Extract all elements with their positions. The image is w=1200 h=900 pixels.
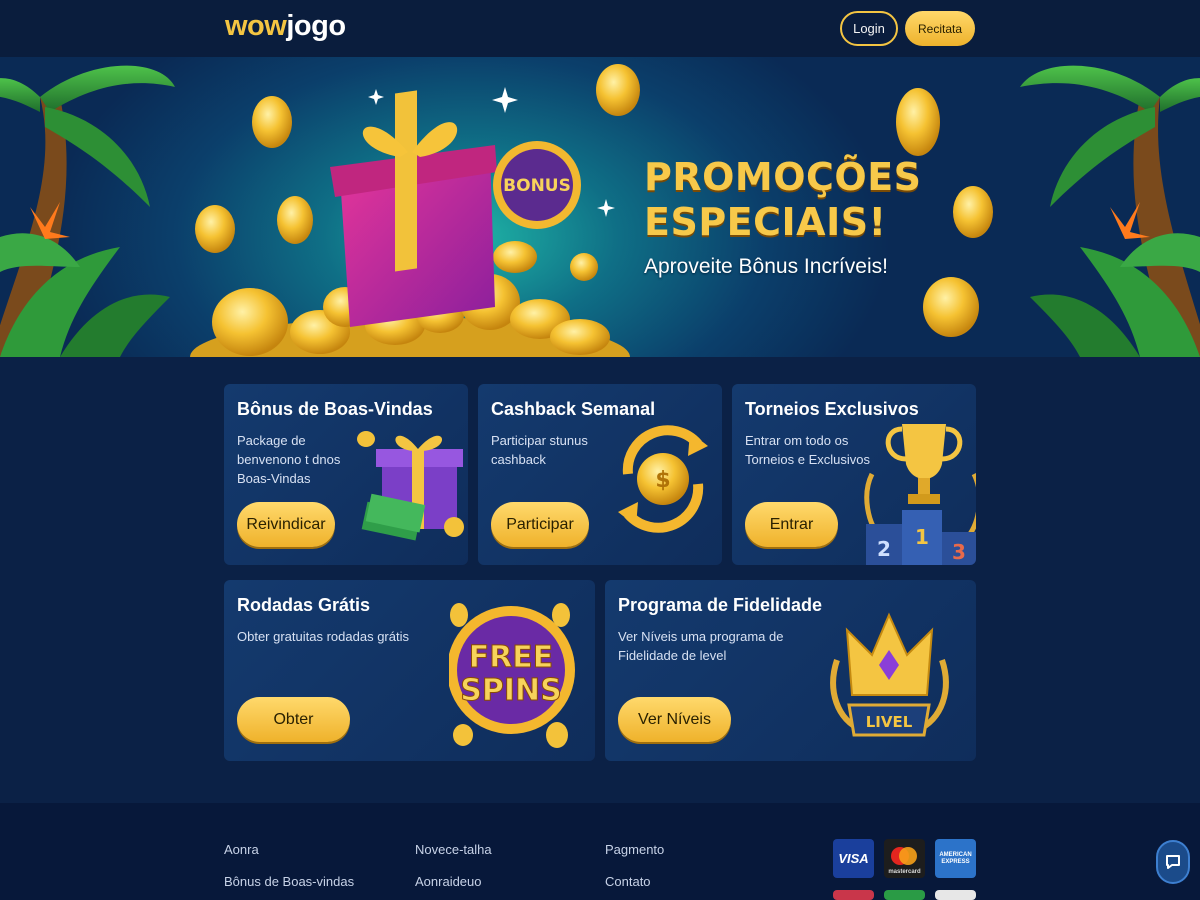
mastercard-circles-icon [891,847,917,865]
amex-logo: AMERICAN EXPRESS [935,839,976,878]
footer-link[interactable]: Aonra [224,842,259,857]
card-desc-line: Boas-Vindas [237,471,311,486]
footer-link[interactable]: Pagmento [605,842,664,857]
card-description: Package de benvenono t dnos Boas-Vindas [237,431,340,488]
chat-icon [1166,855,1180,869]
free-text: FREE [469,640,554,675]
bonus-badge: BONUS [493,141,581,229]
left-palm-leaves [0,65,175,357]
spins-text: SPINS [460,673,561,708]
card-desc-line: cashback [491,452,546,467]
cashback-coin-icon: $ [618,425,708,533]
hero-title-line2: ESPECIAIS! [644,200,887,244]
payment-logo [884,890,925,900]
gift-money-icon [357,431,464,541]
footer-link[interactable]: Bônus de Boas-vindas [224,874,354,889]
payment-logo [935,890,976,900]
level-badge-text: LIVEL [866,713,913,731]
crown-level-badge-icon: LIVEL [830,612,949,737]
visa-logo: VISA [833,839,874,878]
chat-button[interactable] [1156,840,1190,884]
participate-button[interactable]: Participar [491,502,589,547]
get-spins-button[interactable]: Obter [237,697,350,742]
hero-subtitle: Aproveite Bônus Incríveis! [644,255,888,278]
podium-second: 2 [877,537,891,561]
hero-title: PROMOÇÕES ESPECIAIS! [644,155,922,245]
right-palm-leaves [1020,65,1200,357]
bonus-badge-text: BONUS [503,176,571,196]
card-desc-line: benvenono t dnos [237,452,341,467]
promo-hero-banner: BONUS PROMOÇÕES ESPECIAIS! Aproveite Bôn… [0,57,1200,357]
card-description: Participar stunus cashback [491,431,588,469]
mastercard-logo: mastercard [884,839,925,878]
top-header: wowjogo Login Recitata [0,0,1200,57]
card-exclusive-tournaments: Torneios Exclusivos Entrar om todo os To… [732,384,976,565]
card-desc-line: Package de [237,433,306,448]
hero-title-line1: PROMOÇÕES [644,155,922,199]
mastercard-text: mastercard [888,869,921,875]
svg-text:$: $ [655,468,670,493]
card-desc-line: Obter gratuitas rodadas grátis [237,629,409,644]
card-loyalty-program: Programa de Fidelidade Ver Níveis uma pr… [605,580,976,761]
card-title: Rodadas Grátis [237,595,371,615]
podium-first: 1 [915,525,929,549]
card-description: Entrar om todo os Torneios e Exclusivos [745,431,870,469]
card-desc-line: Ver Níveis uma programa de [618,629,784,644]
login-button[interactable]: Login [840,11,898,46]
claim-button[interactable]: Reivindicar [237,502,335,547]
card-desc-line: Fidelidade de level [618,648,727,663]
card-title: Programa de Fidelidade [618,595,823,615]
card-description: Obter gratuitas rodadas grátis [237,627,409,646]
enter-button[interactable]: Entrar [745,502,838,547]
logo-jogo: jogo [286,10,346,42]
free-spins-wheel-icon: FREE SPINS [449,603,575,748]
logo-wow: wow [225,10,287,42]
card-weekly-cashback: Cashback Semanal Participar stunus cashb… [478,384,722,565]
card-description: Ver Níveis uma programa de Fidelidade de… [618,627,783,665]
card-free-spins: Rodadas Grátis Obter gratuitas rodadas g… [224,580,595,761]
card-title: Bônus de Boas-Vindas [237,399,433,419]
payment-logo [833,890,874,900]
register-button[interactable]: Recitata [905,11,975,46]
footer-link[interactable]: Novece-talha [415,842,492,857]
gift-box [330,90,497,327]
card-desc-line: Torneios e Exclusivos [745,452,870,467]
site-logo[interactable]: wowjogo [225,10,346,43]
footer-link[interactable]: Contato [605,874,651,889]
trophy-podium-icon: 2 1 3 [864,424,976,565]
card-desc-line: Entrar om todo os [745,433,849,448]
card-welcome-bonus: Bônus de Boas-Vindas Package de benvenon… [224,384,468,565]
card-desc-line: Participar stunus [491,433,588,448]
footer-link[interactable]: Aonraideuo [415,874,482,889]
podium-third: 3 [952,540,966,564]
hero-illustration: BONUS [0,64,1200,357]
footer [0,803,1200,900]
view-levels-button[interactable]: Ver Níveis [618,697,731,742]
